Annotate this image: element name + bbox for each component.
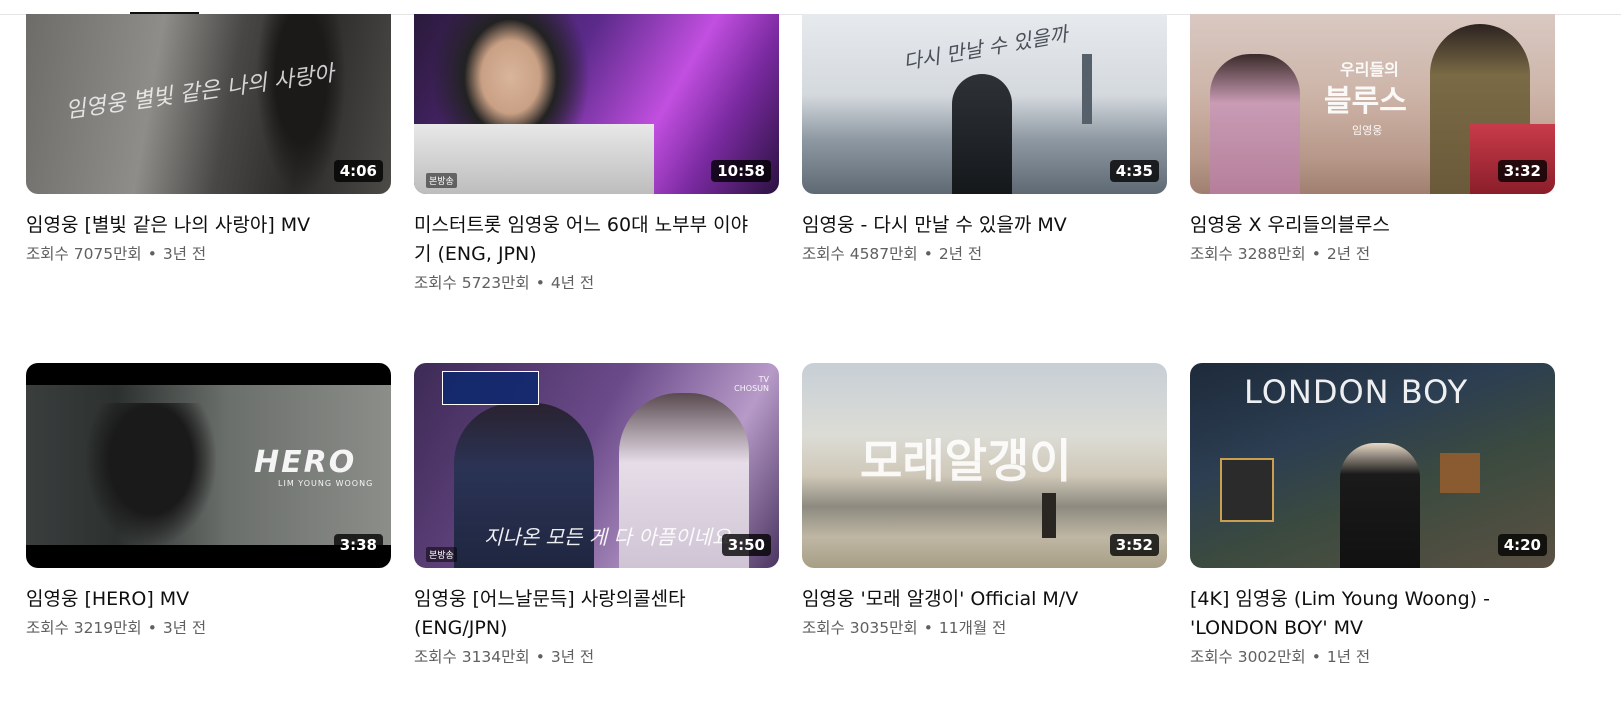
- video-metadata: 조회수 4587만회 • 2년 전: [802, 245, 983, 263]
- thumbnail-caption: LIM YOUNG WOONG: [278, 479, 374, 488]
- view-count: 조회수 3035만회: [802, 619, 918, 637]
- view-count: 조회수 3219만회: [26, 619, 142, 637]
- video-card[interactable]: 모래알갱이 3:52 임영웅 '모래 알갱이' Official M/V 조회수…: [802, 363, 1167, 639]
- upload-age: 4년 전: [550, 274, 595, 292]
- video-thumbnail[interactable]: HERO LIM YOUNG WOONG 3:38: [26, 363, 391, 568]
- video-metadata: 조회수 3035만회 • 11개월 전: [802, 619, 1007, 637]
- video-thumbnail[interactable]: 모래알갱이 3:52: [802, 363, 1167, 568]
- video-card[interactable]: HERO LIM YOUNG WOONG 3:38 임영웅 [HERO] MV …: [26, 363, 391, 639]
- thumbnail-caption: LONDON BOY: [1244, 373, 1469, 411]
- video-title[interactable]: 임영웅 [어느날문득] 사랑의콜센타 (ENG/JPN): [414, 585, 779, 643]
- duration-badge: 3:52: [1109, 534, 1159, 556]
- video-thumbnail[interactable]: 우리들의 블루스 임영웅 3:32: [1190, 14, 1555, 194]
- video-thumbnail[interactable]: 본방송 10:58: [414, 14, 779, 194]
- view-count: 조회수 3002만회: [1190, 648, 1306, 666]
- video-title[interactable]: 미스터트롯 임영웅 어느 60대 노부부 이야기 (ENG, JPN): [414, 211, 779, 269]
- video-card[interactable]: 본방송 10:58 미스터트롯 임영웅 어느 60대 노부부 이야기 (ENG,…: [414, 14, 779, 294]
- upload-age: 1년 전: [1326, 648, 1371, 666]
- view-count: 조회수 3288만회: [1190, 245, 1306, 263]
- video-card[interactable]: LONDON BOY 4:20 [4K] 임영웅 (Lim Young Woon…: [1190, 363, 1555, 668]
- video-metadata: 조회수 3219만회 • 3년 전: [26, 619, 207, 637]
- video-title[interactable]: 임영웅 [HERO] MV: [26, 585, 391, 614]
- video-thumbnail[interactable]: TV CHOSUN 지나온 모든 게 다 아픔이네요 본방송 3:50: [414, 363, 779, 568]
- video-title[interactable]: 임영웅 X 우리들의블루스: [1190, 211, 1555, 240]
- upload-age: 11개월 전: [938, 619, 1007, 637]
- broadcast-badge: 본방송: [426, 173, 457, 188]
- upload-age: 3년 전: [550, 648, 595, 666]
- duration-badge: 4:35: [1109, 160, 1159, 182]
- video-metadata: 조회수 7075만회 • 3년 전: [26, 245, 207, 263]
- upload-age: 3년 전: [162, 619, 207, 637]
- video-title[interactable]: [4K] 임영웅 (Lim Young Woong) - 'LONDON BOY…: [1190, 585, 1555, 643]
- thumbnail-caption: 모래알갱이: [860, 434, 1072, 488]
- video-metadata: 조회수 5723만회 • 4년 전: [414, 274, 595, 292]
- video-metadata: 조회수 3002만회 • 1년 전: [1190, 648, 1371, 666]
- video-thumbnail[interactable]: LONDON BOY 4:20: [1190, 363, 1555, 568]
- video-title[interactable]: 임영웅 '모래 알갱이' Official M/V: [802, 585, 1167, 614]
- duration-badge: 3:50: [721, 534, 771, 556]
- upload-age: 3년 전: [162, 245, 207, 263]
- upload-age: 2년 전: [1326, 245, 1371, 263]
- view-count: 조회수 5723만회: [414, 274, 530, 292]
- video-title[interactable]: 임영웅 - 다시 만날 수 있을까 MV: [802, 211, 1167, 240]
- thumbnail-caption: 임영웅: [1352, 124, 1383, 137]
- video-title[interactable]: 임영웅 [별빛 같은 나의 사랑아] MV: [26, 211, 391, 240]
- video-thumbnail[interactable]: 다시 만날 수 있을까 4:35: [802, 14, 1167, 194]
- duration-badge: 10:58: [711, 160, 771, 182]
- video-thumbnail[interactable]: 임영웅 별빛 같은 나의 사랑아 4:06: [26, 14, 391, 194]
- view-count: 조회수 7075만회: [26, 245, 142, 263]
- duration-badge: 3:32: [1497, 160, 1547, 182]
- video-card[interactable]: TV CHOSUN 지나온 모든 게 다 아픔이네요 본방송 3:50 임영웅 …: [414, 363, 779, 668]
- video-card[interactable]: 다시 만날 수 있을까 4:35 임영웅 - 다시 만날 수 있을까 MV 조회…: [802, 14, 1167, 265]
- thumbnail-logo: TV CHOSUN: [734, 375, 769, 393]
- thumbnail-caption: 블루스: [1324, 84, 1407, 119]
- duration-badge: 3:38: [333, 534, 383, 556]
- video-metadata: 조회수 3134만회 • 3년 전: [414, 648, 595, 666]
- video-card[interactable]: 임영웅 별빛 같은 나의 사랑아 4:06 임영웅 [별빛 같은 나의 사랑아]…: [26, 14, 391, 265]
- broadcast-badge: 본방송: [426, 547, 457, 562]
- duration-badge: 4:06: [333, 160, 383, 182]
- duration-badge: 4:20: [1497, 534, 1547, 556]
- upload-age: 2년 전: [938, 245, 983, 263]
- view-count: 조회수 4587만회: [802, 245, 918, 263]
- video-card[interactable]: 우리들의 블루스 임영웅 3:32 임영웅 X 우리들의블루스 조회수 3288…: [1190, 14, 1555, 265]
- thumbnail-caption: 지나온 모든 게 다 아픔이네요: [484, 525, 731, 549]
- thumbnail-caption: HERO: [254, 445, 357, 480]
- view-count: 조회수 3134만회: [414, 648, 530, 666]
- video-metadata: 조회수 3288만회 • 2년 전: [1190, 245, 1371, 263]
